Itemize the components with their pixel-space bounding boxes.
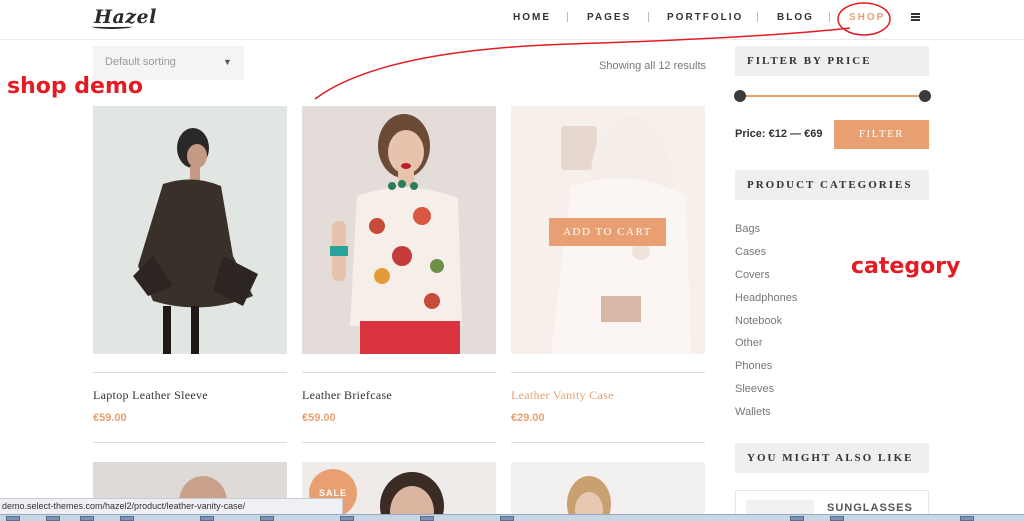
price-slider-min-handle[interactable] xyxy=(734,90,746,102)
price-slider-track[interactable] xyxy=(740,95,925,97)
nav-blog[interactable]: BLOG xyxy=(777,12,814,23)
taskbar-tray-icon[interactable] xyxy=(960,516,974,521)
nav-pages[interactable]: PAGES xyxy=(587,12,631,23)
product-price: €59.00 xyxy=(302,412,336,424)
category-link-sleeves[interactable]: Sleeves xyxy=(735,383,774,395)
product-name[interactable]: Leather Briefcase xyxy=(302,388,392,403)
nav-separator xyxy=(648,12,649,22)
product-categories-heading: PRODUCT CATEGORIES xyxy=(735,170,929,200)
category-link-notebook[interactable]: Notebook xyxy=(735,315,782,327)
product-image[interactable] xyxy=(511,462,705,521)
nav-shop[interactable]: SHOP xyxy=(849,12,885,23)
related-product-name[interactable]: SUNGLASSES xyxy=(827,502,913,514)
divider xyxy=(511,442,705,443)
category-link-phones[interactable]: Phones xyxy=(735,360,772,372)
nav-separator xyxy=(567,12,568,22)
nav-separator xyxy=(757,12,758,22)
hamburger-icon[interactable] xyxy=(911,13,920,21)
taskbar-app-icon[interactable] xyxy=(340,516,354,521)
taskbar-app-icon[interactable] xyxy=(120,516,134,521)
site-header: Hazel HOME PAGES PORTFOLIO BLOG SHOP xyxy=(0,0,1024,40)
divider xyxy=(302,372,496,373)
category-link-headphones[interactable]: Headphones xyxy=(735,292,797,304)
product-image-laptop-leather-sleeve[interactable] xyxy=(93,106,287,354)
taskbar-app-icon[interactable] xyxy=(200,516,214,521)
annotation-category: category xyxy=(851,254,961,279)
price-slider-max-handle[interactable] xyxy=(919,90,931,102)
filter-button[interactable]: FILTER xyxy=(834,120,929,149)
taskbar-app-icon[interactable] xyxy=(80,516,94,521)
taskbar-app-icon[interactable] xyxy=(500,516,514,521)
sort-label: Default sorting xyxy=(105,56,176,68)
add-to-cart-button[interactable]: ADD TO CART xyxy=(549,218,666,246)
product-name[interactable]: Leather Vanity Case xyxy=(511,388,614,403)
category-link-wallets[interactable]: Wallets xyxy=(735,406,771,418)
nav-home[interactable]: HOME xyxy=(513,12,551,23)
taskbar-app-icon[interactable] xyxy=(46,516,60,521)
category-link-other[interactable]: Other xyxy=(735,337,763,349)
results-count: Showing all 12 results xyxy=(599,60,707,72)
price-range-label: Price: €12 — €69 xyxy=(735,128,823,140)
annotation-shop-demo: shop demo xyxy=(7,74,143,99)
category-link-covers[interactable]: Covers xyxy=(735,269,770,281)
taskbar-tray-icon[interactable] xyxy=(790,516,804,521)
chevron-down-icon: ▼ xyxy=(223,57,232,67)
divider xyxy=(511,372,705,373)
taskbar-app-icon[interactable] xyxy=(260,516,274,521)
divider xyxy=(93,442,287,443)
taskbar-app-icon[interactable] xyxy=(420,516,434,521)
nav-separator xyxy=(829,12,830,22)
product-price: €29.00 xyxy=(511,412,545,424)
category-link-cases[interactable]: Cases xyxy=(735,246,766,258)
nav-portfolio[interactable]: PORTFOLIO xyxy=(667,12,743,23)
you-might-also-like-heading: YOU MIGHT ALSO LIKE xyxy=(735,443,929,473)
filter-by-price-heading: FILTER BY PRICE xyxy=(735,46,929,76)
product-name[interactable]: Laptop Leather Sleeve xyxy=(93,388,208,403)
divider xyxy=(93,372,287,373)
main-nav: HOME PAGES PORTFOLIO BLOG SHOP xyxy=(0,12,1024,26)
product-image-leather-briefcase[interactable] xyxy=(302,106,496,354)
taskbar-tray-icon[interactable] xyxy=(830,516,844,521)
category-link-bags[interactable]: Bags xyxy=(735,223,760,235)
product-price: €59.00 xyxy=(93,412,127,424)
divider xyxy=(302,442,496,443)
taskbar-app-icon[interactable] xyxy=(6,516,20,521)
browser-status-bar: demo.select-themes.com/hazel2/product/le… xyxy=(0,498,343,514)
